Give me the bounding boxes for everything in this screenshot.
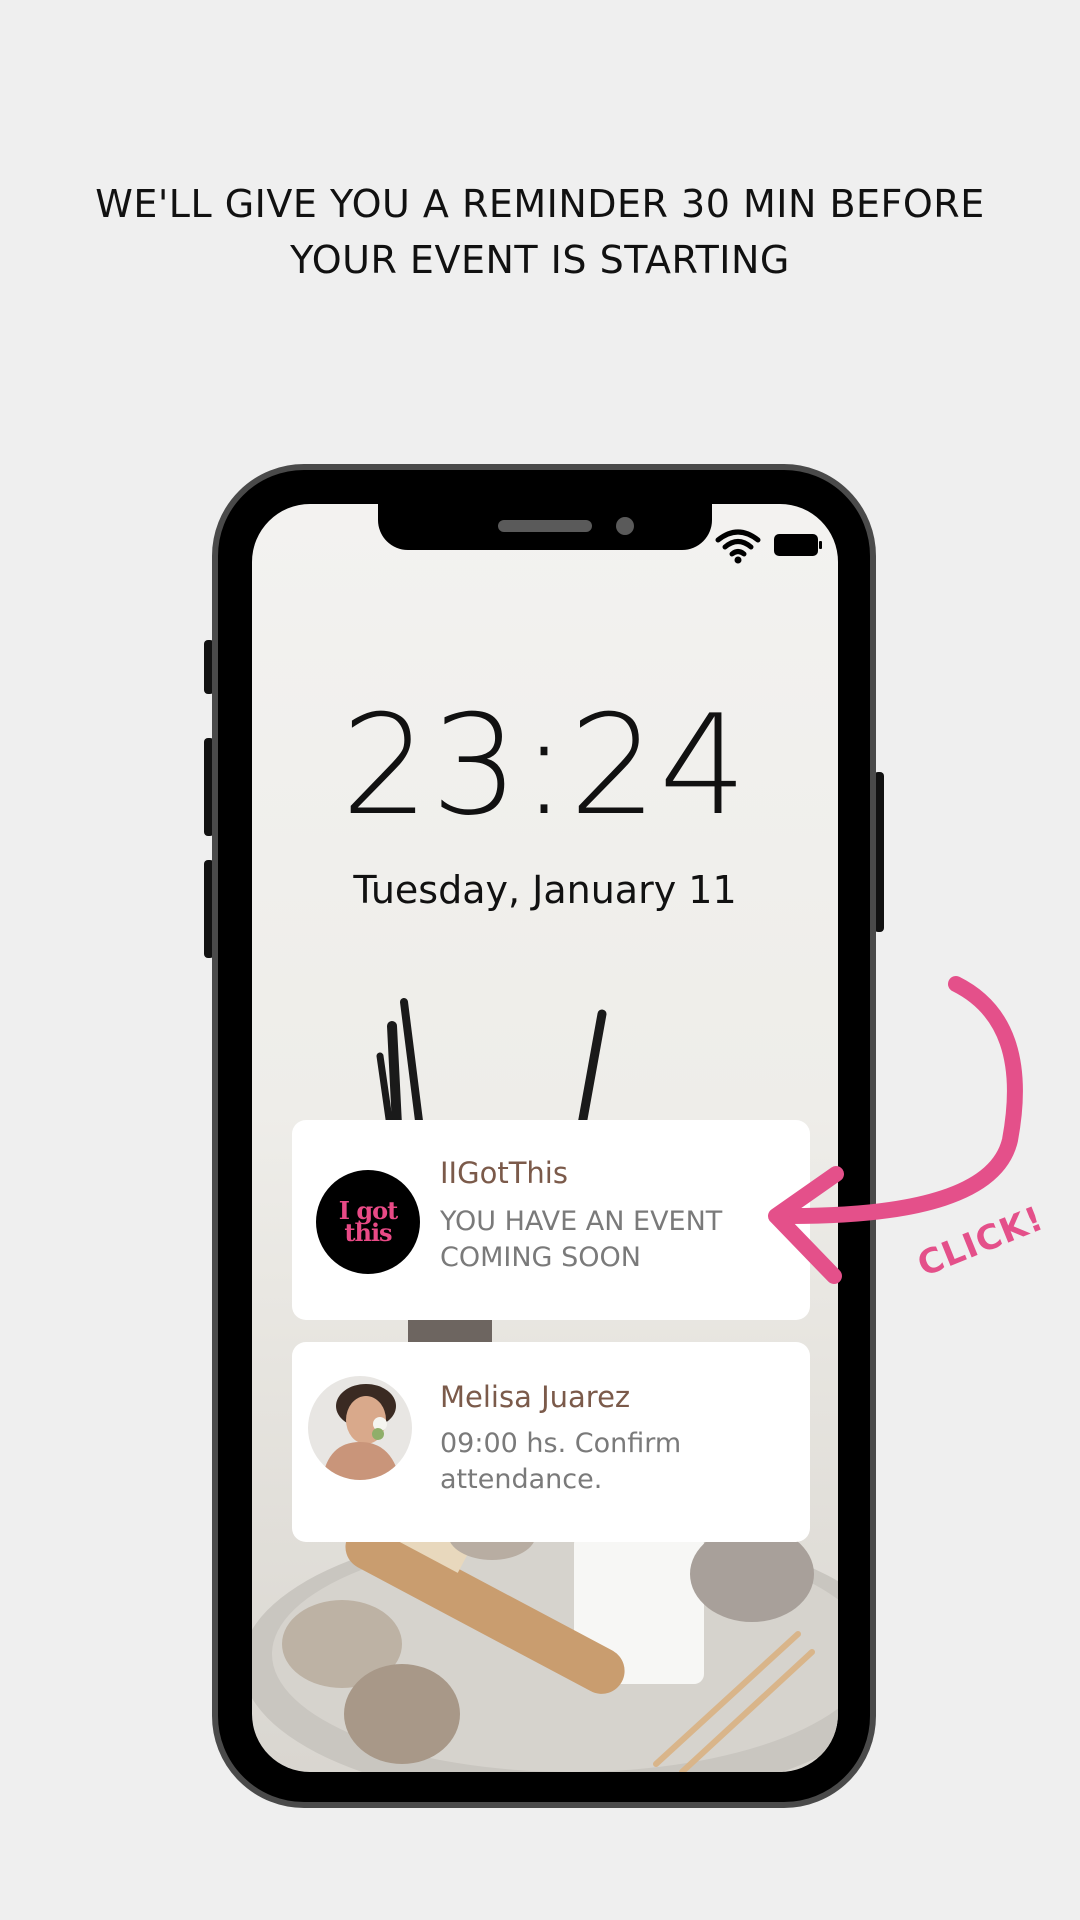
battery-icon (774, 534, 822, 556)
notification-sender-name: Melisa Juarez (440, 1380, 631, 1414)
curved-arrow-icon (768, 976, 1023, 1284)
notification-message: YOU HAVE AN EVENT COMING SOON (440, 1206, 723, 1273)
phone-notch (378, 504, 712, 550)
speaker-grille (498, 520, 592, 532)
lock-screen-time: 23:24 (341, 685, 749, 846)
lock-screen-date: Tuesday, January 11 (353, 868, 737, 912)
notification-message: 09:00 hs. Confirm attendance. (440, 1428, 682, 1495)
headline: WE'LL GIVE YOU A REMINDER 30 MIN BEFORE … (60, 176, 1020, 288)
notification-app-name: IIGotThis (440, 1156, 568, 1190)
wifi-icon (715, 529, 761, 564)
logo-line-2: this (344, 1218, 392, 1247)
user-photo-avatar (308, 1376, 412, 1480)
headline-line-2: YOUR EVENT IS STARTING (290, 238, 790, 282)
notification-card-melisa[interactable]: Melisa Juarez 09:00 hs. Confirm attendan… (292, 1342, 810, 1542)
notification-card-igotthis[interactable]: I got this IIGotThis YOU HAVE AN EVENT C… (292, 1120, 810, 1320)
vase-neck (408, 1320, 492, 1344)
front-camera (616, 517, 634, 535)
lock-screen: 23:24 Tuesday, January 11 I got this IIG… (252, 504, 838, 1772)
headline-line-1: WE'LL GIVE YOU A REMINDER 30 MIN BEFORE (95, 182, 985, 226)
stone (344, 1664, 460, 1764)
i-got-this-logo-icon: I got this (316, 1170, 420, 1274)
